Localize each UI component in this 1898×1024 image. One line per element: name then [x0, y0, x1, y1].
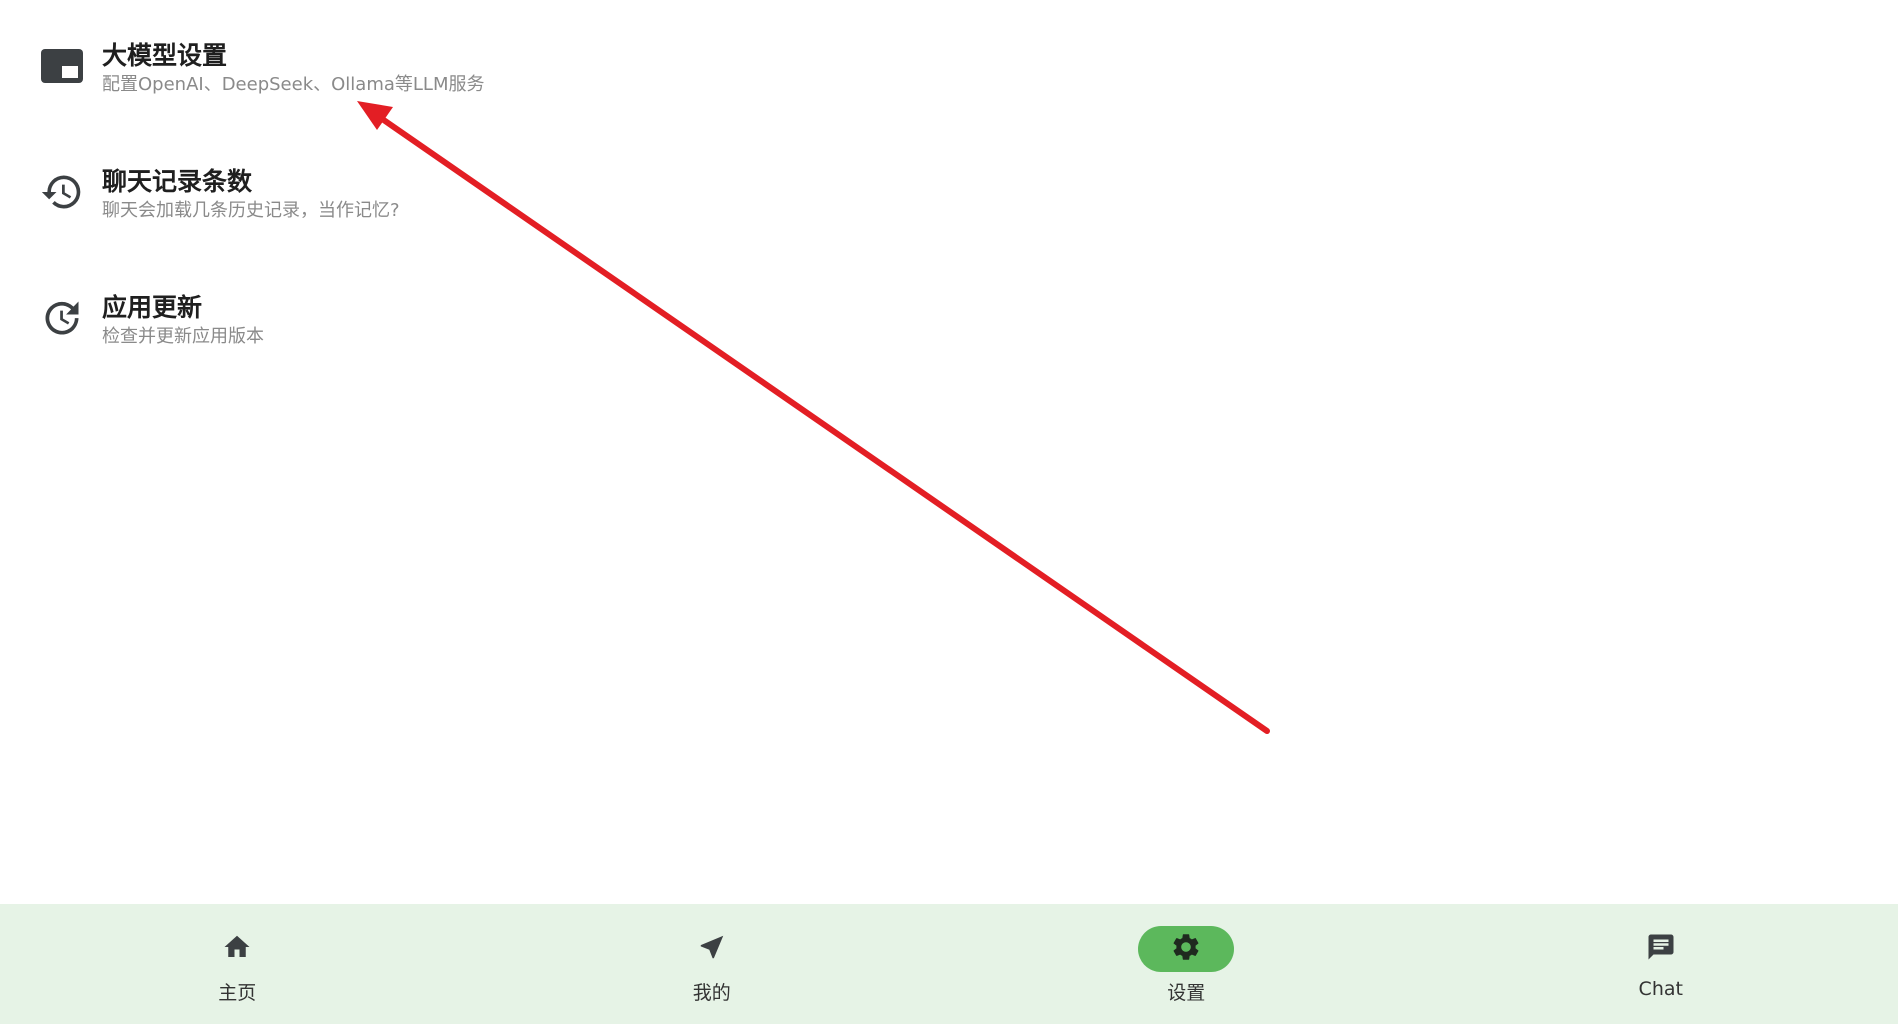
setting-title: 大模型设置: [102, 41, 228, 70]
setting-item-llm[interactable]: 大模型设置 配置OpenAI、DeepSeek、Ollama等LLM服务: [38, 36, 638, 116]
nav-label: 设置: [1167, 982, 1206, 1004]
nav-item-chat[interactable]: Chat: [1424, 904, 1898, 1024]
nav-label: Chat: [1638, 978, 1683, 1000]
bottom-navigation: 主页 我的 设置 Chat: [0, 904, 1898, 1024]
setting-item-history[interactable]: 聊天记录条数 聊天会加载几条历史记录，当作记忆?: [38, 162, 638, 242]
setting-item-update[interactable]: 应用更新 检查并更新应用版本: [38, 288, 638, 368]
home-icon: [222, 932, 252, 966]
history-icon: [38, 168, 86, 216]
nav-icon-container: [1138, 926, 1235, 972]
settings-page: 大模型设置 配置OpenAI、DeepSeek、Ollama等LLM服务 聊天记…: [0, 0, 1898, 1024]
navigation-icon: [697, 932, 727, 966]
setting-subtitle: 配置OpenAI、DeepSeek、Ollama等LLM服务: [102, 74, 485, 95]
picture-in-picture-icon: [38, 42, 86, 90]
setting-subtitle: 检查并更新应用版本: [102, 326, 264, 347]
nav-item-home[interactable]: 主页: [0, 904, 475, 1024]
nav-icon-container: [189, 926, 285, 972]
setting-subtitle: 聊天会加载几条历史记录，当作记忆?: [102, 200, 400, 221]
nav-item-settings[interactable]: 设置: [949, 904, 1424, 1024]
gear-icon: [1170, 931, 1202, 967]
update-icon: [38, 294, 86, 342]
nav-item-mine[interactable]: 我的: [475, 904, 950, 1024]
setting-title: 应用更新: [102, 293, 203, 322]
annotation-arrow: [357, 101, 1270, 734]
nav-label: 主页: [218, 982, 257, 1004]
nav-icon-container: [664, 926, 760, 972]
chat-icon: [1646, 932, 1676, 966]
nav-label: 我的: [692, 982, 731, 1004]
setting-title: 聊天记录条数: [102, 167, 253, 196]
nav-icon-container: [1613, 926, 1709, 972]
